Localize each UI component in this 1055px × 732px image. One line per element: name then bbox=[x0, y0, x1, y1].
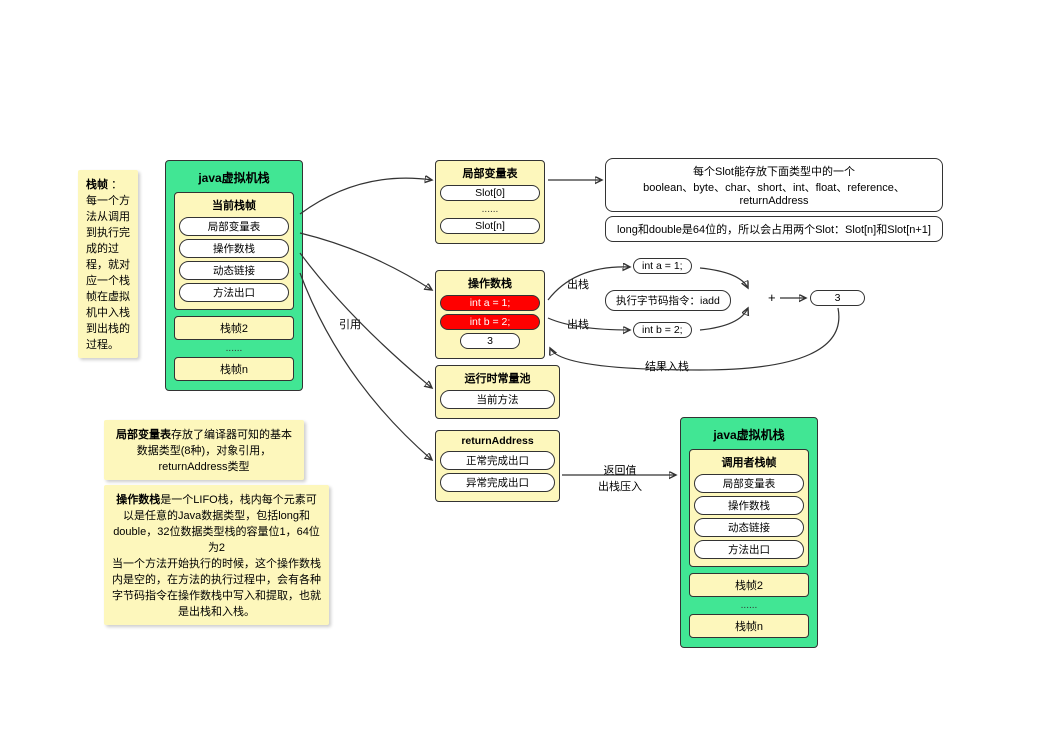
push: 结果入栈 bbox=[645, 358, 689, 374]
const-pool-item: 当前方法 bbox=[440, 390, 555, 409]
slot-long-box: long和double是64位的，所以会占用两个Slot：Slot[n]和Slo… bbox=[605, 216, 943, 242]
vm1-frame2: 栈帧2 bbox=[174, 316, 294, 340]
vm2-frame2: 栈帧2 bbox=[689, 573, 809, 597]
slot-long-text: long和double是64位的，所以会占用两个Slot：Slot[n]和Slo… bbox=[617, 224, 931, 236]
calc-result: 3 bbox=[810, 290, 865, 306]
ret-push-label: 返回值 出栈压入 bbox=[598, 462, 642, 494]
vm1-dots: ...... bbox=[172, 343, 296, 354]
cf2-dynlink: 动态链接 bbox=[694, 518, 804, 537]
return-addr-box: returnAddress 正常完成出口 异常完成出口 bbox=[435, 430, 560, 502]
vm1-framen: 栈帧n bbox=[174, 357, 294, 381]
cf-exit: 方法出口 bbox=[179, 283, 289, 302]
current-frame-title: 当前栈帧 bbox=[179, 197, 289, 213]
operand-box-title: 操作数栈 bbox=[440, 275, 540, 291]
cf-dynlink: 动态链接 bbox=[179, 261, 289, 280]
local-var-box-title: 局部变量表 bbox=[440, 165, 540, 181]
op-a: int a = 1; bbox=[440, 295, 540, 311]
caller-frame: 调用者栈帧 局部变量表 操作数栈 动态链接 方法出口 bbox=[689, 449, 809, 567]
slot0: Slot[0] bbox=[440, 185, 540, 201]
local-var-box: 局部变量表 Slot[0] ...... Slot[n] bbox=[435, 160, 545, 244]
cf2-local-var: 局部变量表 bbox=[694, 474, 804, 493]
ra-exception: 异常完成出口 bbox=[440, 473, 555, 492]
vm2-dots: ...... bbox=[687, 600, 811, 611]
vm-stack-1: java虚拟机栈 当前栈帧 局部变量表 操作数栈 动态链接 方法出口 栈帧2 .… bbox=[165, 160, 303, 391]
op-3: 3 bbox=[460, 333, 520, 349]
caller-frame-title: 调用者栈帧 bbox=[694, 454, 804, 470]
slot-types-box: 每个Slot能存放下面类型中的一个boolean、byte、char、short… bbox=[605, 158, 943, 212]
vm-stack-2: java虚拟机栈 调用者栈帧 局部变量表 操作数栈 动态链接 方法出口 栈帧2 … bbox=[680, 417, 818, 648]
calc-instr: 执行字节码指令：iadd bbox=[605, 290, 731, 311]
calc-a: int a = 1; bbox=[633, 258, 692, 274]
plus: + bbox=[768, 290, 776, 305]
const-pool-box: 运行时常量池 当前方法 bbox=[435, 365, 560, 419]
note-local-var: 局部变量表存放了编译器可知的基本数据类型(8种)，对象引用，returnAddr… bbox=[104, 420, 304, 480]
vm2-framen: 栈帧n bbox=[689, 614, 809, 638]
slotn: Slot[n] bbox=[440, 218, 540, 234]
cf-operand: 操作数栈 bbox=[179, 239, 289, 258]
const-pool-title: 运行时常量池 bbox=[440, 370, 555, 386]
vm-stack-2-title: java虚拟机栈 bbox=[687, 426, 811, 443]
calc-b: int b = 2; bbox=[633, 322, 692, 338]
ref-label: 引用 bbox=[339, 316, 361, 332]
vm-stack-1-title: java虚拟机栈 bbox=[172, 169, 296, 186]
current-frame: 当前栈帧 局部变量表 操作数栈 动态链接 方法出口 bbox=[174, 192, 294, 310]
ra-normal: 正常完成出口 bbox=[440, 451, 555, 470]
operand-box: 操作数栈 int a = 1; int b = 2; 3 bbox=[435, 270, 545, 359]
cf2-exit: 方法出口 bbox=[694, 540, 804, 559]
slot-types-text: 每个Slot能存放下面类型中的一个boolean、byte、char、short… bbox=[616, 163, 932, 207]
note-frame-def: 栈帧栈帧：每一个方法从调用到执行完成的过程，就对应一个栈帧在虚拟机中入栈到出栈的… bbox=[78, 170, 138, 358]
op-b: int b = 2; bbox=[440, 314, 540, 330]
note-operand: 操作数栈是一个LIFO栈，栈内每个元素可以是任意的Java数据类型，包括long… bbox=[104, 485, 329, 625]
return-addr-title: returnAddress bbox=[440, 435, 555, 447]
lv-dots: ...... bbox=[440, 204, 540, 215]
out1: 出栈 bbox=[567, 276, 589, 292]
cf2-operand: 操作数栈 bbox=[694, 496, 804, 515]
out2: 出栈 bbox=[567, 316, 589, 332]
cf-local-var: 局部变量表 bbox=[179, 217, 289, 236]
